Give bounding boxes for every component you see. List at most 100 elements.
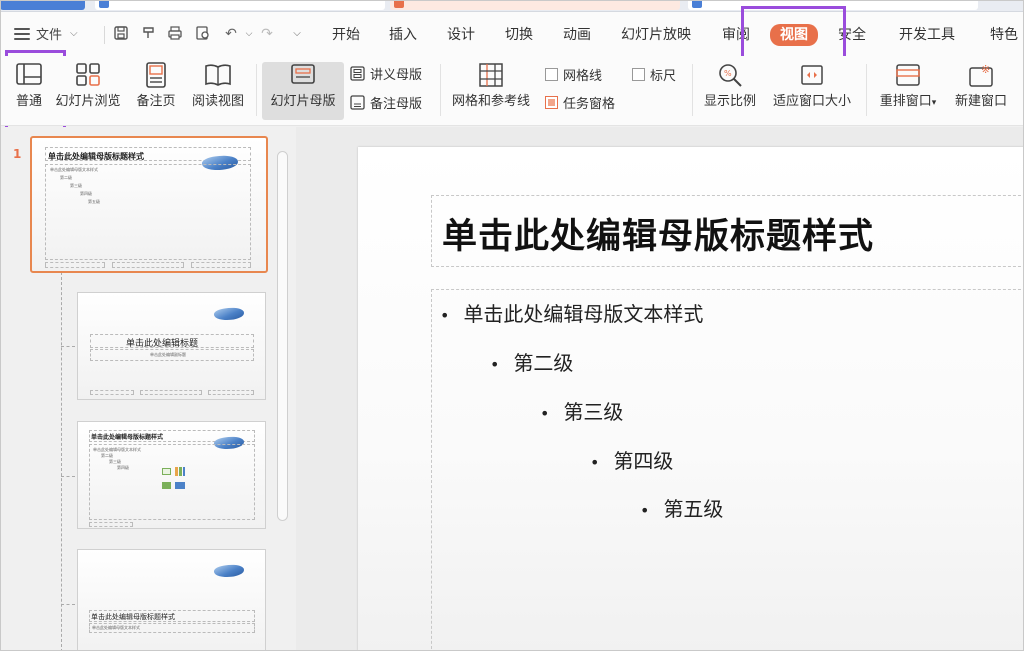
slide-master-page[interactable]: 单击此处编辑母版标题样式 • 单击此处编辑母版文本样式 • 第二级 • 第三级 • 第四…	[358, 147, 1024, 651]
doc-tab-1[interactable]	[95, 0, 385, 10]
zoom-label: 显示比例	[703, 94, 756, 109]
thumb-title: 单击此处编辑标题	[126, 339, 199, 349]
thumb-title: 单击此处编辑母版标题样式	[48, 152, 144, 161]
bullet-level-3: • 第三级	[540, 400, 624, 424]
notes-page-button[interactable]: 备注页	[132, 62, 180, 120]
redo-icon[interactable]: ↷	[258, 25, 276, 43]
fit-window-label: 适应窗口大小	[772, 94, 851, 109]
thumbnail-title-layout[interactable]: 单击此处编辑标题 单击此处编辑副标题	[77, 292, 266, 400]
ruler-check[interactable]	[632, 68, 645, 81]
bullet-level-4: • 第四级	[590, 449, 674, 473]
menu-bar: 文件 ⌵ ↶ ⌵ ↷ ⌵ 开始 插入 设计 切换 动画 幻灯片放映 审阅 视图 …	[0, 12, 1024, 56]
svg-text:※: ※	[981, 63, 990, 76]
task-pane-label: 任务窗格	[563, 97, 616, 112]
document-tab-strip	[0, 0, 1024, 12]
thumbnail-master[interactable]: 单击此处编辑母版标题样式 单击此处编辑母版文本样式 第二级 第三级 第四级 第五…	[30, 136, 268, 273]
fit-window-button[interactable]: 适应窗口大小	[766, 62, 858, 120]
undo-dropdown-icon[interactable]: ⌵	[240, 25, 258, 43]
slide-title: 单击此处编辑母版标题样式	[442, 217, 875, 257]
thumbnail-scrollbar[interactable]	[277, 151, 288, 521]
notes-master-button[interactable]: 备注母版	[350, 93, 422, 112]
thumb-line: 第三级	[70, 183, 82, 188]
print-icon[interactable]	[166, 25, 184, 43]
undo-icon[interactable]: ↶	[222, 25, 240, 43]
thumb-footer	[191, 262, 251, 268]
divider	[866, 64, 867, 116]
handout-master-label: 讲义母版	[370, 68, 423, 83]
arrange-windows-button[interactable]: 重排窗口▾	[872, 62, 944, 120]
tab-developer[interactable]: 开发工具	[899, 26, 955, 44]
customize-toolbar-icon[interactable]: ⌵	[288, 25, 306, 43]
thumb-subtitle: 单击此处编辑母版文本样式	[92, 625, 140, 630]
tab-insert[interactable]: 插入	[389, 26, 417, 44]
normal-view-label: 普通	[15, 94, 42, 109]
arrange-windows-label: 重排窗口▾	[879, 94, 937, 109]
tab-features[interactable]: 特色	[990, 26, 1018, 44]
gridlines-label: 网格线	[563, 69, 603, 84]
grid-guides-button[interactable]: 网格和参考线	[446, 62, 536, 120]
thumb-footer	[208, 390, 254, 395]
new-window-button[interactable]: ※ 新建窗口	[950, 62, 1012, 120]
slide-sorter-button[interactable]: 幻灯片浏览	[52, 62, 124, 120]
notes-master-label: 备注母版	[370, 97, 423, 112]
thumbnail-content-layout[interactable]: 单击此处编辑母版标题样式 单击此处编辑母版文本样式 第二级 第三级 第四级	[77, 421, 266, 529]
handout-master-button[interactable]: 讲义母版	[350, 64, 422, 83]
thumb-body-placeholder	[89, 444, 255, 520]
slide-master-button[interactable]: 幻灯片母版	[262, 62, 344, 120]
gridlines-check[interactable]	[545, 68, 558, 81]
slide-master-label: 幻灯片母版	[270, 94, 336, 109]
presentation-icon	[394, 0, 404, 8]
gridlines-checkbox[interactable]: 网格线	[545, 65, 602, 84]
normal-view-button[interactable]: 普通	[8, 62, 50, 120]
tab-home[interactable]: 开始	[332, 26, 360, 44]
new-window-label: 新建窗口	[954, 94, 1007, 109]
tab-animations[interactable]: 动画	[563, 26, 591, 44]
reading-view-icon	[205, 64, 231, 86]
task-pane-check[interactable]	[545, 96, 558, 109]
thumb-line: 第四级	[80, 191, 92, 196]
slide-number: 1	[13, 147, 22, 161]
arrange-windows-icon	[896, 64, 920, 86]
thumb-body-placeholder	[45, 164, 251, 260]
tab-slideshow[interactable]: 幻灯片放映	[621, 26, 691, 44]
thumb-title: 单击此处编辑母版标题样式	[91, 613, 175, 621]
thumb-line: 第五级	[88, 199, 100, 204]
reading-view-label: 阅读视图	[191, 94, 244, 109]
chevron-down-icon: ⌵	[70, 28, 78, 39]
document-icon	[692, 0, 702, 8]
ruler-checkbox[interactable]: 标尺	[632, 65, 676, 84]
picture-icon	[162, 482, 171, 489]
thumbnail-section-layout[interactable]: 单击此处编辑母版标题样式 单击此处编辑母版文本样式	[77, 549, 266, 651]
zoom-icon: %	[719, 64, 742, 87]
file-menu[interactable]: 文件 ⌵	[14, 24, 78, 43]
format-painter-icon[interactable]	[140, 25, 158, 43]
bullet-level-1: • 单击此处编辑母版文本样式	[440, 302, 704, 326]
save-icon[interactable]	[112, 25, 130, 43]
zoom-button[interactable]: % 显示比例	[698, 62, 762, 120]
handout-master-icon	[350, 66, 365, 81]
hamburger-icon	[14, 27, 30, 40]
chevron-down-icon: ▾	[931, 98, 937, 108]
task-pane-checkbox[interactable]: 任务窗格	[545, 93, 615, 112]
thumb-footer	[45, 262, 105, 268]
divider	[692, 64, 693, 116]
slide-master-icon	[291, 64, 315, 84]
body-placeholder[interactable]: • 单击此处编辑母版文本样式 • 第二级 • 第三级 • 第四级 • 第五级	[431, 289, 1024, 651]
grid-icon	[479, 63, 503, 87]
tab-design[interactable]: 设计	[447, 26, 475, 44]
pillow-image	[213, 306, 245, 322]
grid-guides-label: 网格和参考线	[451, 94, 530, 109]
tab-transitions[interactable]: 切换	[505, 26, 533, 44]
slide-canvas: 单击此处编辑母版标题样式 • 单击此处编辑母版文本样式 • 第二级 • 第三级 • 第四…	[296, 127, 1024, 651]
print-preview-icon[interactable]	[194, 25, 212, 43]
doc-tab-2[interactable]	[390, 0, 680, 10]
slide-sorter-icon	[76, 63, 100, 86]
media-icon	[175, 482, 185, 489]
thumb-footer	[89, 522, 133, 527]
reading-view-button[interactable]: 阅读视图	[188, 62, 248, 120]
thumb-subtitle: 单击此处编辑副标题	[150, 352, 186, 357]
chart-icon	[175, 467, 185, 476]
doc-tab-home[interactable]	[0, 0, 85, 10]
title-placeholder[interactable]: 单击此处编辑母版标题样式	[431, 195, 1024, 267]
table-icon	[162, 468, 171, 475]
